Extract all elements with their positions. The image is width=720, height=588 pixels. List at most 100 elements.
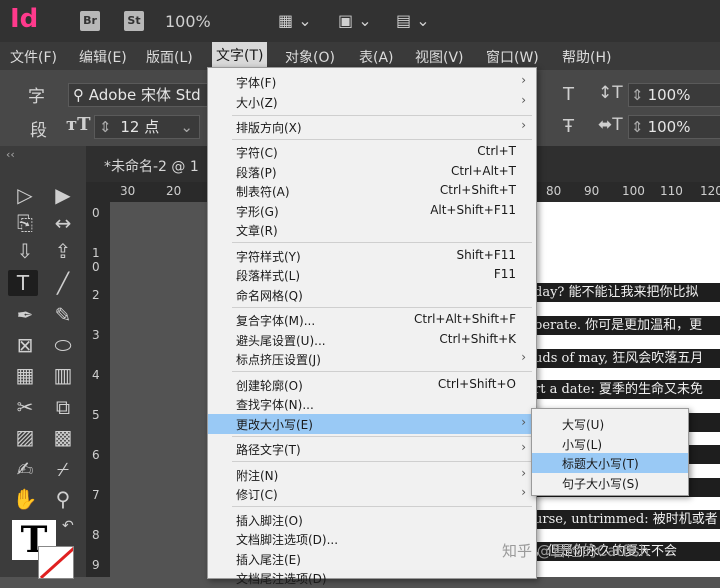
strikethrough-icon[interactable]: Ŧ: [563, 116, 574, 137]
menu-item-story[interactable]: 文章(R): [208, 220, 536, 240]
menu-item-composite-fonts[interactable]: 复合字体(M)... Ctrl+Alt+Shift+F: [208, 310, 536, 330]
gradient-swatch-tool-icon[interactable]: ▨: [10, 424, 40, 450]
menu-item-find-font[interactable]: 查找字体(N)...: [208, 394, 536, 414]
direct-selection-tool-icon[interactable]: ▶: [48, 182, 78, 208]
ruler-tick: 5: [92, 408, 100, 422]
menu-window[interactable]: 窗口(W): [486, 47, 539, 67]
tools-panel: ‹‹ ▷ ▶ ⎘ ↔ ⇩ ⇪ T ╱ ✒ ✎ ⊠ ⬭ ▦ ▥ ✂ ⧉ ▨ ▩ ✍…: [0, 146, 86, 579]
hand-tool-icon[interactable]: ✋: [10, 486, 40, 512]
menu-item-endnote-options[interactable]: 文档尾注选项(D): [208, 568, 536, 588]
ruler-tick: 3: [92, 328, 100, 342]
menu-item-create-outlines[interactable]: 创建轮廓(O) Ctrl+Shift+O: [208, 375, 536, 395]
arrange-documents-icon[interactable]: ▤ ⌄: [396, 11, 430, 30]
search-icon: ⚲: [73, 86, 84, 104]
content-placer-icon[interactable]: ⇪: [48, 238, 78, 264]
gap-tool-icon[interactable]: ↔: [48, 210, 78, 236]
menu-item-type-on-path[interactable]: 路径文字(T) ›: [208, 439, 536, 459]
menu-item-orientation[interactable]: 排版方向(X) ›: [208, 117, 536, 137]
menu-item-paragraph[interactable]: 段落(P) Ctrl+Alt+T: [208, 162, 536, 182]
submenu-item-sentence-case[interactable]: 句子大小写(S): [532, 473, 688, 493]
free-transform-tool-icon[interactable]: ⧉: [48, 394, 78, 420]
ruler-tick: 7: [92, 488, 100, 502]
submenu-item-uppercase[interactable]: 大写(U): [532, 414, 688, 434]
superscript-icon[interactable]: T: [563, 84, 574, 105]
content-collector-icon[interactable]: ⇩: [10, 238, 40, 264]
chevron-right-icon: ›: [521, 440, 526, 454]
ellipse-tool-icon[interactable]: ⬭: [48, 332, 78, 358]
zoom-tool-icon[interactable]: ⚲: [48, 486, 78, 512]
line-tool-icon[interactable]: ╱: [48, 270, 78, 296]
chevron-right-icon: ›: [521, 350, 526, 364]
vertical-grid-tool-icon[interactable]: ▥: [48, 362, 78, 388]
swap-colors-icon[interactable]: ↶: [62, 518, 74, 534]
collapse-icon[interactable]: ‹‹: [6, 148, 15, 161]
menu-item-kinsoku[interactable]: 避头尾设置(U)... Ctrl+Shift+K: [208, 330, 536, 350]
font-family-field[interactable]: ⚲ Adobe 宋体 Std: [68, 83, 210, 107]
stock-button[interactable]: St: [124, 11, 144, 31]
app-bar: Id Br St 100% ▦ ⌄ ▣ ⌄ ▤ ⌄: [0, 0, 720, 42]
menu-object[interactable]: 对象(O): [285, 47, 335, 67]
menu-item-size[interactable]: 大小(Z) ›: [208, 92, 536, 112]
pencil-tool-icon[interactable]: ✎: [48, 302, 78, 328]
menu-item-mojikumi[interactable]: 标点挤压设置(J) ›: [208, 349, 536, 369]
ruler-tick: 80: [546, 184, 562, 198]
menu-layout[interactable]: 版面(L): [146, 47, 193, 67]
text-line[interactable]: rt a date: 夏季的生命又未免: [534, 380, 720, 399]
document-tab[interactable]: *未命名-2 @ 1: [104, 156, 199, 176]
menu-item-footnote-options[interactable]: 文档脚注选项(D)...: [208, 529, 536, 549]
scissors-tool-icon[interactable]: ✂: [10, 394, 40, 420]
zoom-level[interactable]: 100%: [165, 12, 211, 31]
screen-mode-icon[interactable]: ▣ ⌄: [338, 11, 372, 30]
text-line[interactable]: urse, untrimmed: 被时机或者: [534, 510, 720, 529]
ruler-tick: 30: [120, 184, 136, 198]
menu-item-character-styles[interactable]: 字符样式(Y) Shift+F11: [208, 246, 536, 266]
text-line[interactable]: day? 能不能让我来把你比拟: [534, 283, 720, 302]
menu-item-notes[interactable]: 附注(N) ›: [208, 465, 536, 485]
menu-item-change-case[interactable]: 更改大小写(E) ›: [208, 414, 536, 434]
font-size-field[interactable]: ⇕ 12 点 ⌄: [94, 115, 200, 139]
menu-item-paragraph-styles[interactable]: 段落样式(L) F11: [208, 265, 536, 285]
menu-item-character[interactable]: 字符(C) Ctrl+T: [208, 142, 536, 162]
text-line[interactable]: berate. 你可是更加温和，更: [534, 316, 720, 335]
chevron-down-icon[interactable]: ⌄: [180, 116, 193, 138]
horizontal-grid-tool-icon[interactable]: ▦: [10, 362, 40, 388]
menu-separator: [232, 461, 532, 462]
menu-item-named-grids[interactable]: 命名网格(Q): [208, 285, 536, 305]
paragraph-mode-button[interactable]: 段: [30, 116, 47, 141]
document-page[interactable]: day? 能不能让我来把你比拟 berate. 你可是更加温和，更 uds of…: [534, 202, 720, 577]
menu-item-font[interactable]: 字体(F) ›: [208, 72, 536, 92]
horizontal-scale-field[interactable]: ⇕ 100%: [628, 115, 720, 139]
chevron-right-icon: ›: [521, 93, 526, 107]
selection-tool-icon[interactable]: ▷: [10, 182, 40, 208]
stroke-none-icon[interactable]: [38, 546, 74, 579]
note-tool-icon[interactable]: ✍: [10, 456, 40, 482]
character-mode-button[interactable]: 字: [28, 82, 45, 107]
page-tool-icon[interactable]: ⎘: [10, 210, 40, 236]
type-tool-icon[interactable]: T: [8, 270, 38, 296]
menu-help[interactable]: 帮助(H): [562, 47, 611, 67]
stepper-icon[interactable]: ⇕: [95, 118, 112, 136]
rectangle-frame-tool-icon[interactable]: ⊠: [10, 332, 40, 358]
vertical-scale-field[interactable]: ⇕ 100%: [628, 83, 720, 107]
menu-view[interactable]: 视图(V): [415, 47, 464, 67]
menu-item-track-changes[interactable]: 修订(C) ›: [208, 484, 536, 504]
menu-item-glyphs[interactable]: 字形(G) Alt+Shift+F11: [208, 201, 536, 221]
menu-item-insert-footnote[interactable]: 插入脚注(O): [208, 510, 536, 530]
menu-item-insert-endnote[interactable]: 插入尾注(E): [208, 549, 536, 569]
menu-table[interactable]: 表(A): [359, 47, 394, 67]
chevron-right-icon: ›: [521, 466, 526, 480]
gradient-feather-tool-icon[interactable]: ▩: [48, 424, 78, 450]
menu-item-tabs[interactable]: 制表符(A) Ctrl+Shift+T: [208, 181, 536, 201]
bridge-button[interactable]: Br: [80, 11, 100, 31]
ruler-tick: 4: [92, 368, 100, 382]
menu-type[interactable]: 文字(T): [212, 42, 268, 70]
menu-separator: [232, 242, 532, 243]
pen-tool-icon[interactable]: ✒: [10, 302, 40, 328]
text-line[interactable]: uds of may, 狂风会吹落五月: [534, 349, 720, 368]
eyedropper-tool-icon[interactable]: ⌿: [48, 456, 78, 482]
menu-file[interactable]: 文件(F): [10, 47, 57, 67]
view-options-icon[interactable]: ▦ ⌄: [278, 11, 312, 30]
submenu-item-lowercase[interactable]: 小写(L): [532, 434, 688, 454]
menu-edit[interactable]: 编辑(E): [79, 47, 127, 67]
submenu-item-title-case[interactable]: 标题大小写(T): [532, 453, 688, 473]
